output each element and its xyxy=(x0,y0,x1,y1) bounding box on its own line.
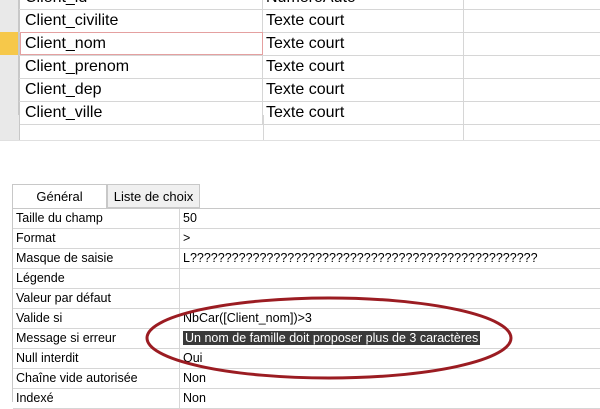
row-selector[interactable] xyxy=(0,78,19,101)
property-label: Taille du champ xyxy=(13,209,180,228)
allow-zero-length-field[interactable]: Non xyxy=(181,369,600,388)
property-row[interactable]: Valeur par défaut xyxy=(13,289,600,309)
data-type-cell[interactable]: NuméroAuto xyxy=(264,0,464,9)
field-name-cell[interactable]: Client_id xyxy=(20,0,263,9)
default-value-field[interactable] xyxy=(181,289,600,308)
property-row[interactable]: Masque de saisie L??????????????????????… xyxy=(13,249,600,269)
property-label: Indexé xyxy=(13,389,180,408)
property-label: Légende xyxy=(13,269,180,288)
property-label: Null interdit xyxy=(13,349,180,368)
property-row[interactable]: Chaîne vide autorisée Non xyxy=(13,369,600,389)
property-row[interactable]: Taille du champ 50 xyxy=(13,209,600,229)
indexed-field[interactable]: Non xyxy=(181,389,600,408)
field-row[interactable]: Client_dep Texte court xyxy=(0,78,600,102)
validation-text-field[interactable]: Un nom de famille doit proposer plus de … xyxy=(181,329,600,348)
property-row[interactable]: Message si erreur Un nom de famille doit… xyxy=(13,329,600,349)
validation-rule-field[interactable]: NbCar([Client_nom])>3 xyxy=(181,309,600,328)
data-type-cell[interactable]: Texte court xyxy=(264,78,464,101)
input-mask-field[interactable]: L???????????????????????????????????????… xyxy=(181,249,600,268)
row-selector[interactable] xyxy=(0,55,19,78)
property-label: Valide si xyxy=(13,309,180,328)
field-design-grid: Client_id NuméroAuto Client_civilite Tex… xyxy=(0,0,600,140)
property-sheet: Taille du champ 50 Format > Masque de sa… xyxy=(12,208,600,409)
property-value-field[interactable]: 50 xyxy=(181,209,600,228)
property-row[interactable]: Indexé Non xyxy=(13,389,600,409)
data-type-cell[interactable]: Texte court xyxy=(264,32,464,55)
field-name-cell[interactable]: Client_civilite xyxy=(20,9,263,32)
data-type-cell[interactable]: Texte court xyxy=(264,55,464,78)
row-selector[interactable] xyxy=(0,115,20,140)
property-row[interactable]: Valide si NbCar([Client_nom])>3 xyxy=(13,309,600,329)
empty-field-row[interactable] xyxy=(0,115,600,140)
current-row-marker[interactable] xyxy=(0,32,19,55)
caption-field[interactable] xyxy=(181,269,600,288)
required-field[interactable]: Oui xyxy=(181,349,600,368)
property-label: Format xyxy=(13,229,180,248)
field-properties-pane: Général Liste de choix Taille du champ 5… xyxy=(0,141,600,409)
property-label: Valeur par défaut xyxy=(13,289,180,308)
field-row-current[interactable]: Client_nom Texte court xyxy=(0,32,600,56)
field-row[interactable]: Client_civilite Texte court xyxy=(0,9,600,33)
data-type-cell[interactable]: Texte court xyxy=(264,9,464,32)
property-label: Message si erreur xyxy=(13,329,180,348)
property-label: Masque de saisie xyxy=(13,249,180,268)
field-row[interactable]: Client_prenom Texte court xyxy=(0,55,600,79)
property-row[interactable]: Null interdit Oui xyxy=(13,349,600,369)
field-name-cell[interactable]: Client_nom xyxy=(20,32,263,55)
selected-text[interactable]: Un nom de famille doit proposer plus de … xyxy=(183,331,481,345)
property-row[interactable]: Format > xyxy=(13,229,600,249)
property-row[interactable]: Légende xyxy=(13,269,600,289)
tab-general[interactable]: Général xyxy=(12,184,107,208)
field-name-cell[interactable]: Client_dep xyxy=(20,78,263,101)
field-name-cell[interactable]: Client_prenom xyxy=(20,55,263,78)
row-selector[interactable] xyxy=(0,9,19,32)
property-label: Chaîne vide autorisée xyxy=(13,369,180,388)
row-selector[interactable] xyxy=(0,0,19,9)
property-value-field[interactable]: > xyxy=(181,229,600,248)
tab-lookup[interactable]: Liste de choix xyxy=(107,184,200,208)
